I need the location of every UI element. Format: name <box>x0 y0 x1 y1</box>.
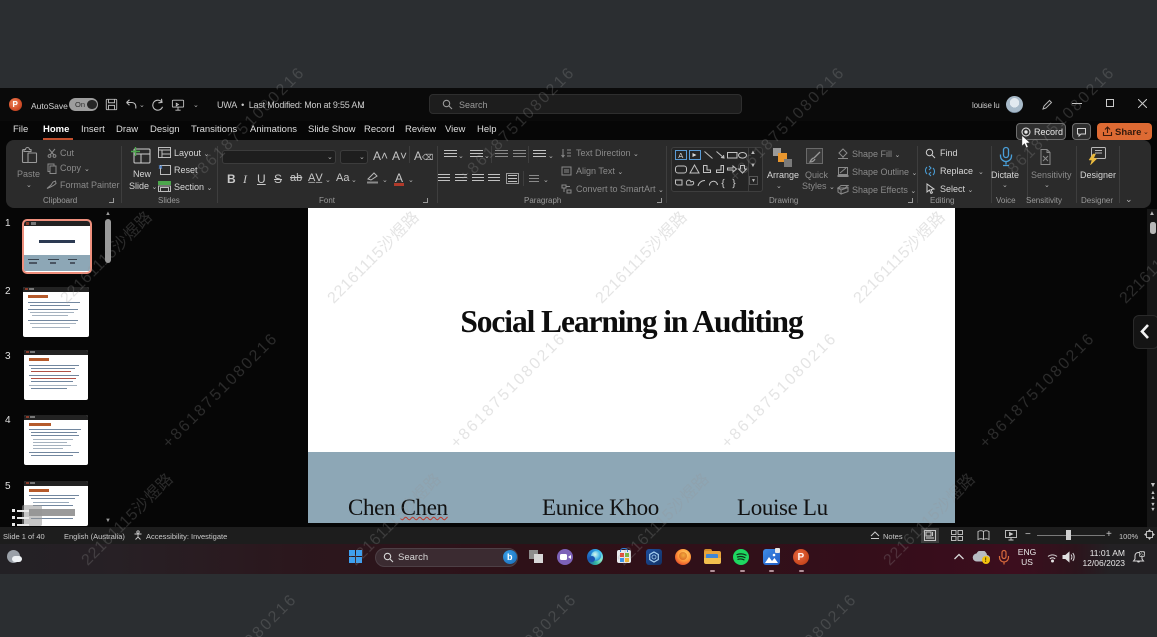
svg-text:A: A <box>678 151 683 160</box>
svg-text:67: 67 <box>1140 552 1145 557</box>
